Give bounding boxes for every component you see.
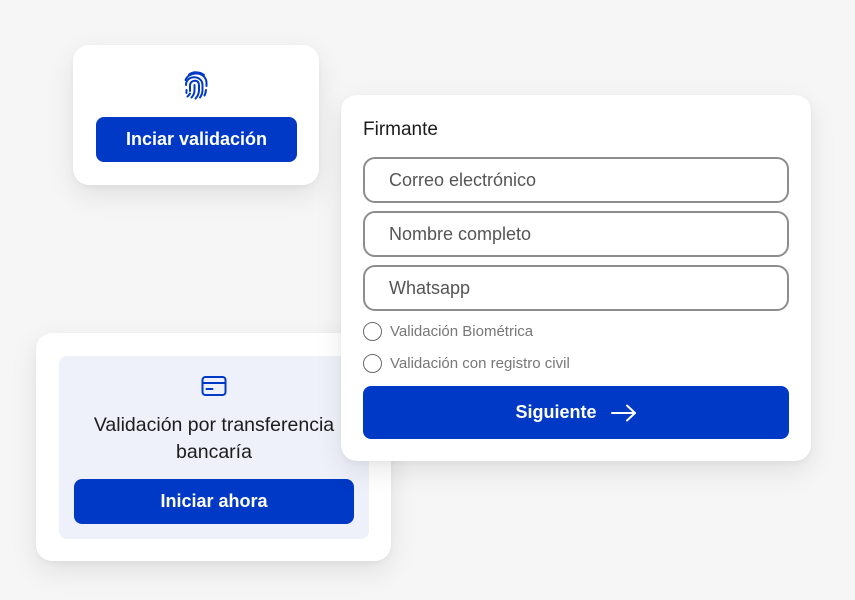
bank-transfer-title: Validación por transferencia bancaría — [59, 412, 369, 466]
civil-registry-option[interactable]: Validación con registro civil — [363, 354, 570, 373]
next-button-label: Siguiente — [515, 402, 597, 422]
form-heading: Firmante — [363, 119, 438, 140]
bank-transfer-card: Validación por transferencia bancaría In… — [36, 333, 391, 561]
email-field[interactable]: Correo electrónico — [363, 157, 789, 203]
whatsapp-field[interactable]: Whatsapp — [363, 265, 789, 311]
biometric-option[interactable]: Validación Biométrica — [363, 322, 533, 341]
bank-transfer-panel: Validación por transferencia bancaría In… — [59, 356, 369, 539]
start-now-button[interactable]: Iniciar ahora — [74, 479, 354, 524]
fingerprint-icon — [181, 69, 211, 101]
arrow-right-icon — [610, 404, 636, 421]
next-button[interactable]: Siguiente — [363, 386, 789, 439]
credit-card-icon — [201, 375, 227, 397]
radio-button[interactable] — [363, 322, 382, 341]
bank-transfer-title-line2: bancaría — [176, 441, 252, 463]
bank-transfer-title-line1: Validación por transferencia — [93, 414, 335, 436]
full-name-field[interactable]: Nombre completo — [363, 211, 789, 257]
biometric-validation-card: Inciar validación — [73, 45, 319, 185]
start-validation-button[interactable]: Inciar validación — [96, 117, 297, 162]
signer-form-card: Firmante Correo electrónico Nombre compl… — [341, 95, 811, 461]
biometric-option-label: Validación Biométrica — [390, 323, 534, 340]
civil-registry-option-label: Validación con registro civil — [390, 355, 570, 372]
radio-button[interactable] — [363, 354, 382, 373]
